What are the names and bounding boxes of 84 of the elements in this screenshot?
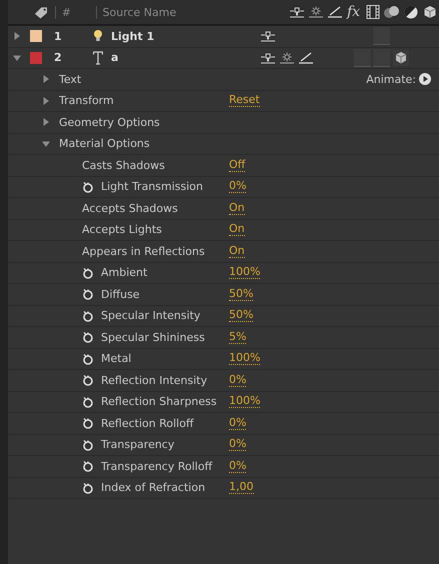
property-value[interactable]: 50% bbox=[229, 288, 254, 301]
shy-switch-icon[interactable] bbox=[288, 6, 304, 18]
property-value[interactable]: Reset bbox=[229, 94, 260, 108]
label-color-swatch[interactable] bbox=[30, 30, 42, 42]
cube-icon[interactable] bbox=[392, 50, 408, 66]
stopwatch-icon[interactable] bbox=[82, 460, 94, 472]
property-name: Text bbox=[59, 72, 82, 86]
property-name: Accepts Lights bbox=[82, 223, 162, 236]
stopwatch-icon[interactable] bbox=[82, 288, 94, 300]
shy-switch-icon[interactable] bbox=[260, 30, 276, 42]
property-value[interactable]: 100% bbox=[229, 266, 260, 280]
switch-box[interactable] bbox=[373, 27, 390, 46]
property-name: Index of Refraction bbox=[101, 481, 206, 494]
stopwatch-icon[interactable] bbox=[82, 266, 94, 279]
layer-name[interactable]: a bbox=[111, 51, 118, 64]
stopwatch-icon[interactable] bbox=[82, 352, 94, 365]
property-name: Diffuse bbox=[101, 288, 140, 301]
property-value[interactable]: 1,00 bbox=[229, 481, 254, 494]
sun-switch-icon[interactable] bbox=[278, 52, 294, 64]
stopwatch-icon[interactable] bbox=[82, 310, 94, 322]
property-value[interactable]: 100% bbox=[229, 395, 260, 408]
expanded-triangle-icon[interactable] bbox=[42, 140, 50, 148]
property-name: Light Transmission bbox=[101, 180, 204, 194]
property-value[interactable]: 0% bbox=[229, 416, 246, 430]
label-tag-icon[interactable] bbox=[34, 5, 49, 19]
property-name: Material Options bbox=[59, 137, 150, 150]
property-value[interactable]: 0% bbox=[229, 180, 246, 194]
property-value[interactable]: On bbox=[229, 244, 245, 258]
switch-box[interactable] bbox=[354, 48, 371, 67]
animate-label: Animate: bbox=[366, 72, 416, 86]
number-column-header[interactable]: # bbox=[62, 6, 90, 18]
light-bulb-icon bbox=[93, 29, 103, 44]
property-name: Reflection Sharpness bbox=[101, 395, 217, 408]
collapsed-triangle-icon[interactable] bbox=[42, 96, 50, 105]
layer-number: 1 bbox=[54, 30, 63, 43]
collapsed-triangle-icon[interactable] bbox=[13, 32, 21, 40]
switch-box[interactable] bbox=[373, 48, 390, 67]
property-name: Transform bbox=[59, 94, 114, 108]
property-value[interactable]: 0% bbox=[229, 374, 246, 387]
property-name: Metal bbox=[101, 352, 132, 366]
property-name: Appears in Reflections bbox=[82, 244, 205, 258]
property-value[interactable]: 100% bbox=[229, 352, 260, 366]
expanded-triangle-icon[interactable] bbox=[13, 54, 21, 62]
property-value[interactable]: 0% bbox=[229, 438, 246, 452]
cube-icon[interactable] bbox=[422, 5, 436, 19]
property-name: Geometry Options bbox=[59, 116, 160, 129]
stopwatch-icon[interactable] bbox=[82, 180, 94, 193]
property-value[interactable]: Off bbox=[229, 158, 246, 172]
quality-switch-icon[interactable] bbox=[298, 52, 314, 64]
film-icon[interactable] bbox=[366, 5, 380, 19]
stopwatch-icon[interactable] bbox=[82, 396, 94, 408]
property-name: Specular Shininess bbox=[101, 330, 205, 344]
text-layer-icon bbox=[93, 50, 103, 65]
collapsed-triangle-icon[interactable] bbox=[42, 75, 50, 84]
source-name-header[interactable]: Source Name bbox=[102, 6, 288, 18]
property-name: Reflection Intensity bbox=[101, 374, 208, 387]
layer-number: 2 bbox=[54, 51, 63, 64]
quality-switch-icon[interactable] bbox=[326, 6, 342, 18]
motion-blur-icon[interactable] bbox=[384, 5, 400, 19]
label-color-swatch[interactable] bbox=[30, 52, 42, 64]
sun-switch-icon[interactable] bbox=[308, 6, 324, 18]
layer-name[interactable]: Light 1 bbox=[111, 30, 154, 43]
adjustment-layer-icon[interactable] bbox=[404, 5, 418, 19]
play-circle-icon[interactable] bbox=[419, 73, 431, 86]
property-value[interactable]: 50% bbox=[229, 309, 254, 322]
property-name: Ambient bbox=[101, 266, 148, 280]
property-name: Transparency bbox=[101, 438, 174, 452]
property-value[interactable]: 5% bbox=[229, 330, 246, 344]
property-name: Accepts Shadows bbox=[82, 202, 178, 215]
property-value[interactable]: On bbox=[229, 223, 245, 236]
collapsed-triangle-icon[interactable] bbox=[42, 118, 50, 126]
shy-switch-icon[interactable] bbox=[260, 52, 276, 64]
property-name: Transparency Rolloff bbox=[101, 460, 212, 473]
effects-header[interactable]: fx bbox=[346, 5, 360, 19]
property-name: Specular Intensity bbox=[101, 309, 200, 322]
stopwatch-icon[interactable] bbox=[82, 374, 94, 386]
property-name: Reflection Rolloff bbox=[101, 416, 194, 430]
property-value[interactable]: On bbox=[229, 202, 245, 215]
stopwatch-icon[interactable] bbox=[82, 417, 94, 430]
property-name: Casts Shadows bbox=[82, 158, 165, 172]
stopwatch-icon[interactable] bbox=[82, 482, 94, 494]
stopwatch-icon[interactable] bbox=[82, 331, 94, 344]
stopwatch-icon[interactable] bbox=[82, 438, 94, 451]
property-value[interactable]: 0% bbox=[229, 460, 246, 473]
